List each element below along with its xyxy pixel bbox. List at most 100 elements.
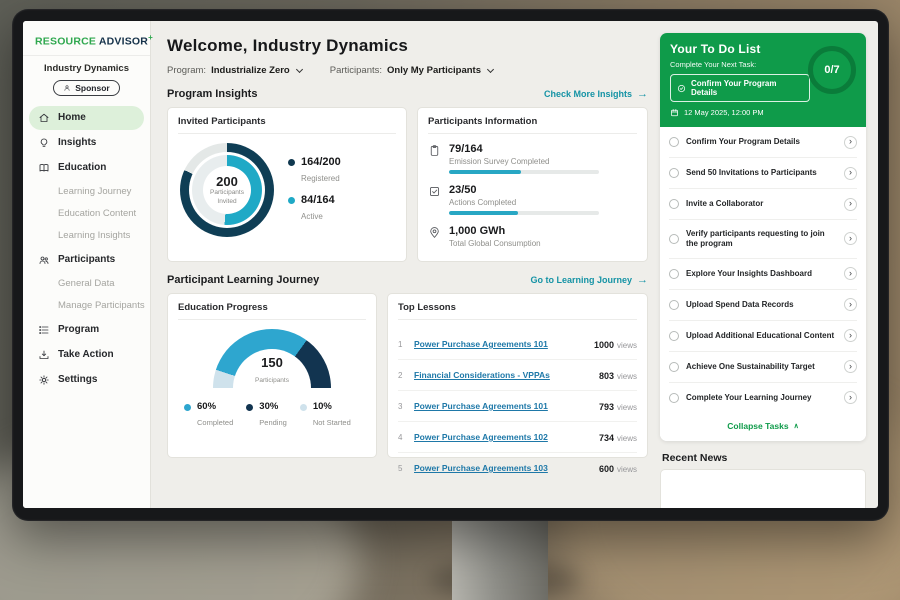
program-filter-label: Program: [167, 65, 206, 76]
task-checkbox[interactable] [669, 300, 679, 310]
sidebar-item-home[interactable]: Home [29, 106, 144, 130]
main-content: Welcome, Industry Dynamics Program: Indu… [151, 21, 658, 508]
sidebar-item-label: Learning Journey [58, 186, 131, 197]
clipboard-icon [428, 144, 441, 157]
lesson-row: 4 Power Purchase Agreements 102 734views [398, 422, 637, 453]
task-item-upload-educational-content[interactable]: Upload Additional Educational Content › [669, 321, 857, 352]
chevron-right-icon[interactable]: › [844, 298, 857, 311]
sidebar-item-take-action[interactable]: Take Action [29, 343, 144, 367]
task-item-upload-spend-data[interactable]: Upload Spend Data Records › [669, 290, 857, 321]
invited-participants-card-title: Invited Participants [178, 116, 396, 134]
recent-news-card [660, 469, 866, 508]
lesson-row: 1 Power Purchase Agreements 101 1000view… [398, 329, 637, 360]
screen: RESOURCE ADVISOR+ Industry Dynamics Spon… [23, 21, 878, 508]
sidebar-item-label: Settings [58, 374, 97, 385]
sidebar-item-label: Program [58, 324, 99, 335]
next-task-label: Confirm Your Program Details [691, 79, 803, 97]
invited-participants-donut-chart: 200 Participants Invited [180, 143, 274, 237]
monitor-stand [452, 516, 548, 600]
legend-dot [184, 404, 191, 411]
page-title: Welcome, Industry Dynamics [167, 36, 648, 56]
participants-icon [38, 254, 50, 266]
stat-emission-survey: 79/164 Emission Survey Completed [428, 143, 637, 174]
go-to-learning-journey-link[interactable]: Go to Learning Journey → [530, 274, 648, 286]
lesson-link[interactable]: Power Purchase Agreements 103 [414, 463, 591, 473]
task-item-send-invitations[interactable]: Send 50 Invitations to Participants › [669, 158, 857, 189]
recent-news-title: Recent News [662, 452, 864, 464]
task-checkbox[interactable] [669, 137, 679, 147]
legend-item-pending: 30% Pending [246, 401, 287, 430]
task-item-invite-collaborator[interactable]: Invite a Collaborator › [669, 189, 857, 220]
task-item-achieve-target[interactable]: Achieve One Sustainability Target › [669, 352, 857, 383]
logo-resource: RESOURCE [35, 36, 96, 48]
gear-icon [38, 374, 50, 386]
check-more-insights-link[interactable]: Check More Insights → [544, 88, 648, 100]
filter-bar: Program: Industrialize Zero Participants… [167, 65, 648, 76]
task-checkbox[interactable] [669, 362, 679, 372]
sidebar-item-manage-participants[interactable]: Manage Participants [23, 295, 150, 317]
chevron-right-icon[interactable]: › [844, 267, 857, 280]
check-more-insights-label: Check More Insights [544, 89, 632, 99]
chevron-right-icon[interactable]: › [844, 329, 857, 342]
sidebar-item-education-content[interactable]: Education Content [23, 203, 150, 225]
sidebar-item-insights[interactable]: Insights [29, 131, 144, 155]
sidebar-item-label: Education [58, 162, 106, 173]
task-item-explore-insights[interactable]: Explore Your Insights Dashboard › [669, 259, 857, 290]
sponsor-badge: Sponsor [53, 80, 119, 96]
sidebar-item-label: Insights [58, 137, 96, 148]
donut-center-label: Participants Invited [206, 189, 248, 205]
lesson-link[interactable]: Power Purchase Agreements 102 [414, 432, 591, 442]
sidebar-nav: Home Insights Education Learning Journey [23, 106, 150, 392]
next-task-button[interactable]: Confirm Your Program Details [670, 74, 810, 102]
chevron-up-icon: ∧ [794, 422, 799, 430]
program-filter-dropdown[interactable]: Program: Industrialize Zero [167, 65, 302, 76]
lesson-link[interactable]: Financial Considerations - VPPAs [414, 370, 591, 380]
sidebar-item-settings[interactable]: Settings [29, 368, 144, 392]
todo-progress-ring: 0/7 [808, 46, 856, 94]
lesson-link[interactable]: Power Purchase Agreements 101 [414, 401, 591, 411]
sidebar-item-general-data[interactable]: General Data [23, 273, 150, 295]
task-checkbox[interactable] [669, 234, 679, 244]
participants-filter-dropdown[interactable]: Participants: Only My Participants [330, 65, 493, 76]
sidebar-item-learning-insights[interactable]: Learning Insights [23, 225, 150, 247]
legend-item-not-started: 10% Not Started [300, 401, 351, 430]
arrow-right-icon: → [637, 274, 648, 286]
todo-header: Your To Do List Complete Your Next Task:… [660, 33, 866, 127]
collapse-tasks-link[interactable]: Collapse Tasks ∧ [669, 413, 857, 441]
task-checkbox[interactable] [669, 168, 679, 178]
stat-actions-completed: 23/50 Actions Completed [428, 184, 637, 215]
task-checkbox[interactable] [669, 199, 679, 209]
due-date: 12 May 2025, 12:00 PM [670, 108, 856, 117]
sidebar-item-program[interactable]: Program [29, 318, 144, 342]
education-progress-card: Education Progress 150 Participants [167, 293, 377, 458]
legend-item-active: 84/164 Active [288, 194, 341, 224]
chevron-right-icon[interactable]: › [844, 360, 857, 373]
chevron-right-icon[interactable]: › [844, 198, 857, 211]
task-item-verify-participants[interactable]: Verify participants requesting to join t… [669, 220, 857, 259]
chevron-right-icon[interactable]: › [844, 167, 857, 180]
invited-participants-card: Invited Participants 200 Participants In… [167, 107, 407, 262]
location-pin-icon [428, 226, 441, 239]
learning-journey-title: Participant Learning Journey [167, 274, 319, 286]
task-checkbox[interactable] [669, 393, 679, 403]
chevron-right-icon[interactable]: › [844, 136, 857, 149]
chevron-right-icon[interactable]: › [844, 232, 857, 245]
task-checkbox[interactable] [669, 331, 679, 341]
task-list: Confirm Your Program Details › Send 50 I… [660, 127, 866, 441]
org-name: Industry Dynamics [23, 63, 150, 74]
sidebar-item-education[interactable]: Education [29, 156, 144, 180]
chevron-right-icon[interactable]: › [844, 391, 857, 404]
task-checkbox[interactable] [669, 269, 679, 279]
sidebar-item-participants[interactable]: Participants [29, 248, 144, 272]
sidebar: RESOURCE ADVISOR+ Industry Dynamics Spon… [23, 21, 151, 508]
participants-information-card-title: Participants Information [428, 116, 637, 134]
task-item-confirm-program[interactable]: Confirm Your Program Details › [669, 127, 857, 158]
lesson-row: 3 Power Purchase Agreements 101 793views [398, 391, 637, 422]
lightbulb-icon [38, 137, 50, 149]
sidebar-item-label: General Data [58, 278, 115, 289]
task-item-complete-learning-journey[interactable]: Complete Your Learning Journey › [669, 383, 857, 413]
sidebar-item-learning-journey[interactable]: Learning Journey [23, 181, 150, 203]
todo-panel: Your To Do List Complete Your Next Task:… [658, 21, 878, 508]
lesson-link[interactable]: Power Purchase Agreements 101 [414, 339, 586, 349]
monitor-bezel: RESOURCE ADVISOR+ Industry Dynamics Spon… [12, 9, 889, 521]
